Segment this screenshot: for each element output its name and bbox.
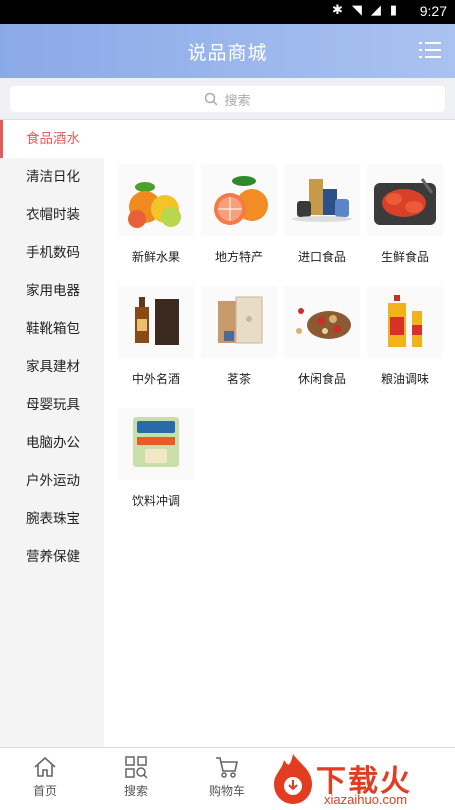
nav-home[interactable]: 首页 <box>0 754 90 799</box>
subcategory-snacks[interactable]: 休闲食品 <box>282 286 362 408</box>
sidebar-item-shoes-bags[interactable]: 鞋靴箱包 <box>0 310 104 348</box>
search-icon <box>205 92 219 106</box>
subcategory-label: 新鲜水果 <box>131 250 180 264</box>
sidebar-item-food-drinks[interactable]: 食品酒水 <box>0 120 104 158</box>
subcategory-label: 饮料冲调 <box>131 494 180 508</box>
subcategory-label: 中外名酒 <box>131 372 180 386</box>
status-icons: ✱ ◥ ◢ ▮ <box>332 3 397 18</box>
watermark-url: xiazaihuo.com <box>324 792 408 807</box>
seafood-image <box>367 164 443 236</box>
sidebar-item-computers[interactable]: 电脑办公 <box>0 424 104 462</box>
home-icon <box>34 756 56 777</box>
sidebar-item-health[interactable]: 营养保健 <box>0 538 104 576</box>
grapefruit-image <box>201 164 277 236</box>
status-bar: ✱ ◥ ◢ ▮ 9:27 <box>0 0 455 24</box>
search-input[interactable]: 搜索 <box>10 86 445 112</box>
nav-search[interactable]: 搜索 <box>91 754 181 799</box>
category-content: 新鲜水果 地方特产 进口食品 生鲜食品 中外名酒 茗茶 休闲食品 粮油调味 饮料… <box>104 120 455 747</box>
subcategory-fresh-seafood[interactable]: 生鲜食品 <box>365 164 445 286</box>
site-watermark: 下载火 xiazaihuo.com <box>266 748 455 810</box>
sidebar-item-watches[interactable]: 腕表珠宝 <box>0 500 104 538</box>
search-bar: 搜索 <box>0 78 455 120</box>
subcategory-famous-liquor[interactable]: 中外名酒 <box>116 286 196 408</box>
app-header: 说品商城 <box>0 24 455 78</box>
subcategory-label: 粮油调味 <box>380 372 429 386</box>
sidebar-item-cleaning[interactable]: 清洁日化 <box>0 158 104 196</box>
subcategory-label: 休闲食品 <box>297 372 346 386</box>
subcategory-grid: 新鲜水果 地方特产 进口食品 生鲜食品 中外名酒 茗茶 休闲食品 粮油调味 饮料… <box>116 164 452 530</box>
wifi-icon: ◥ <box>351 3 362 18</box>
subcategory-label: 生鲜食品 <box>380 250 429 264</box>
subcategory-imported-food[interactable]: 进口食品 <box>282 164 362 286</box>
subcategory-grain-oil[interactable]: 粮油调味 <box>365 286 445 408</box>
search-placeholder: 搜索 <box>224 93 251 109</box>
nav-label: 购物车 <box>208 784 245 798</box>
sidebar-item-phones[interactable]: 手机数码 <box>0 234 104 272</box>
subcategory-fresh-fruit[interactable]: 新鲜水果 <box>116 164 196 286</box>
tea-image <box>201 286 277 358</box>
bluetooth-icon: ✱ <box>331 3 343 18</box>
signal-icon: ◢ <box>370 3 381 18</box>
category-sidebar: 食品酒水 清洁日化 衣帽时装 手机数码 家用电器 鞋靴箱包 家具建材 母婴玩具 … <box>0 120 104 747</box>
sidebar-item-outdoor[interactable]: 户外运动 <box>0 462 104 500</box>
sidebar-item-apparel[interactable]: 衣帽时装 <box>0 196 104 234</box>
liquor-image <box>118 286 194 358</box>
sidebar-item-appliances[interactable]: 家用电器 <box>0 272 104 310</box>
subcategory-label: 地方特产 <box>214 250 263 264</box>
snacks-image <box>284 286 360 358</box>
nav-cart[interactable]: 购物车 <box>182 754 272 799</box>
nav-label: 首页 <box>32 784 57 798</box>
subcategory-label: 茗茶 <box>226 372 251 386</box>
fruit-image <box>118 164 194 236</box>
beverage-image <box>118 408 194 480</box>
battery-icon: ▮ <box>389 3 397 18</box>
flame-logo-icon <box>274 754 312 804</box>
status-time: 9:27 <box>419 3 447 19</box>
sidebar-item-baby-toys[interactable]: 母婴玩具 <box>0 386 104 424</box>
subcategory-tea[interactable]: 茗茶 <box>199 286 279 408</box>
subcategory-local-specialty[interactable]: 地方特产 <box>199 164 279 286</box>
grid-search-icon <box>125 756 148 779</box>
subcategory-beverages[interactable]: 饮料冲调 <box>116 408 196 530</box>
sidebar-item-furniture[interactable]: 家具建材 <box>0 348 104 386</box>
list-menu-icon[interactable] <box>419 40 441 60</box>
cooking-oil-image <box>367 286 443 358</box>
page-title: 说品商城 <box>187 42 268 64</box>
subcategory-label: 进口食品 <box>297 250 346 264</box>
nav-label: 搜索 <box>123 784 148 798</box>
imported-food-image <box>284 164 360 236</box>
cart-icon <box>216 757 238 778</box>
